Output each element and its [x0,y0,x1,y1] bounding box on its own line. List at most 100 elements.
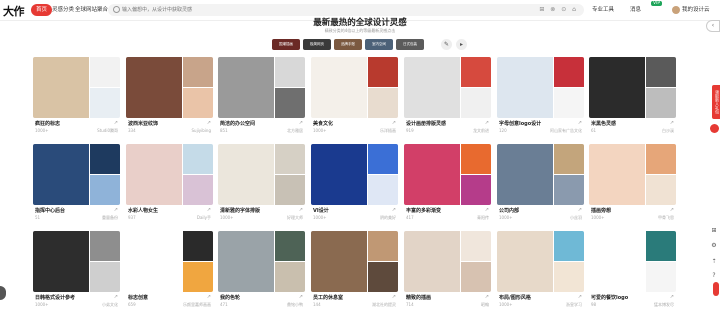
collapse-right-icon[interactable]: ‹ [706,20,720,32]
card-author[interactable]: 阴的美好 [380,215,396,221]
card-image[interactable] [589,144,676,205]
share-icon[interactable]: ↗ [114,120,118,126]
next-icon[interactable]: ▸ [456,39,467,50]
card-title[interactable]: 水彩人物女生 [128,207,158,214]
card-author[interactable]: 猛本博发尽 [654,302,674,308]
card-title[interactable]: 疯狂的标志 [35,120,60,127]
inspiration-card[interactable]: 日韩格式设计参考 ↗ 1000+ 小弟文化 [33,231,120,309]
gift-icon[interactable] [710,124,719,133]
inspiration-card[interactable]: 丰富的多彩渐变 ↗ 417 青阳传 [404,144,491,222]
inspiration-card[interactable]: VI设计 ↗ 1000+ 阴的美好 [311,144,398,222]
card-title[interactable]: 字母创意logo设计 [499,120,541,127]
share-icon[interactable]: ↗ [207,294,211,300]
card-image[interactable] [497,231,584,292]
inspiration-card[interactable]: 波西米亚纹饰 ↗ 334 Sujiyibing [126,57,213,135]
share-icon[interactable]: ↗ [392,120,396,126]
card-author[interactable]: 乐洋插画 [380,128,396,134]
card-title[interactable]: 波西米亚纹饰 [128,120,158,127]
inspiration-card[interactable]: 设计画册排版灵感 ↗ 919 龙文前进 [404,57,491,135]
inspiration-card[interactable]: 水彩人物女生 ↗ 937 Daily手 [126,144,213,222]
share-icon[interactable]: ↗ [578,294,582,300]
card-author[interactable]: 湖北社的提灵 [372,302,396,308]
card-title[interactable]: 简洁的办公空间 [220,120,255,127]
card-image[interactable] [311,231,398,292]
card-author[interactable]: 阿山家有广告文化 [550,128,582,134]
card-image[interactable] [33,144,120,205]
inspiration-card[interactable]: 清新雅的字体排版 ↗ 1000+ 好理大师 [218,144,305,222]
search-input[interactable] [122,4,522,16]
card-author[interactable]: 白沙溪 [662,128,674,134]
card-image[interactable] [218,144,305,205]
inspiration-card[interactable]: 我的色轮 ↗ 471 鼎铭小鸭 [218,231,305,309]
card-image[interactable] [33,231,120,292]
card-author[interactable]: 北方雅居 [287,128,303,134]
new-user-gift-tab[interactable]: 领取新人礼包 [712,85,720,119]
share-icon[interactable]: ↗ [392,207,396,213]
search-tools[interactable]: ⊞ ⊗ ⊙ ⌂ [539,6,578,13]
inspiration-card[interactable]: 公司内部 ↗ 1000+ 小丝羽 [497,144,584,222]
inspiration-card[interactable]: 可爱的餐饮logo ↗ 98 猛本博发尽 [589,231,676,309]
inspiration-card[interactable]: 插画旁想 ↗ 1000+ 甲骨飞思 [589,144,676,222]
card-title[interactable]: 米黑色灵感 [591,120,616,127]
card-author[interactable]: 浙皇学习 [566,302,582,308]
card-author[interactable]: 青阳传 [477,215,489,221]
share-icon[interactable]: ↗ [207,207,211,213]
share-icon[interactable]: ↗ [670,294,674,300]
card-author[interactable]: 龙文前进 [473,128,489,134]
card-image[interactable] [589,57,676,118]
card-author[interactable]: 甲骨飞思 [658,215,674,221]
card-title[interactable]: 员工的休息室 [313,294,343,301]
filter-thumb[interactable]: 品牌手账 [334,39,362,50]
filter-thumb[interactable]: 日式包装 [396,39,424,50]
card-title[interactable]: 丰富的多彩渐变 [406,207,441,214]
share-icon[interactable]: ↗ [578,120,582,126]
filter-thumb[interactable]: 室内空间 [365,39,393,50]
inspiration-card[interactable]: 标志创意 ↗ 659 乐颜里嘉师画画 [126,231,213,309]
card-title[interactable]: VI设计 [313,207,329,214]
card-image[interactable] [404,57,491,118]
card-author[interactable]: 小弟文化 [102,302,118,308]
card-author[interactable]: 小丝羽 [570,215,582,221]
card-image[interactable] [497,57,584,118]
card-image[interactable] [589,231,676,292]
message-link[interactable]: 消息 [630,5,641,13]
card-image[interactable] [126,231,213,292]
card-author[interactable]: Daily手 [197,215,211,221]
card-title[interactable]: 公司内部 [499,207,519,214]
card-author[interactable]: 好理大师 [287,215,303,221]
share-icon[interactable]: ↗ [207,120,211,126]
scrollbar[interactable] [713,282,719,296]
card-title[interactable]: 插画旁想 [591,207,611,214]
help-icon[interactable]: ? [710,272,718,280]
card-image[interactable] [218,57,305,118]
card-image[interactable] [311,144,398,205]
card-title[interactable]: 可爱的餐饮logo [591,294,628,301]
card-image[interactable] [126,57,213,118]
vip-badge[interactable]: VIP [651,1,663,6]
card-title[interactable]: 指挥中心后台 [35,207,65,214]
filter-thumb[interactable]: 极简网页 [303,39,331,50]
card-title[interactable]: 日韩格式设计参考 [35,294,75,301]
share-icon[interactable]: ↗ [485,207,489,213]
top-icon[interactable]: ⇡ [710,258,718,266]
share-icon[interactable]: ↗ [670,207,674,213]
share-icon[interactable]: ↗ [485,294,489,300]
share-icon[interactable]: ↗ [670,120,674,126]
inspiration-card[interactable]: 指挥中心后台 ↗ 51 重量备份 [33,144,120,222]
card-image[interactable] [404,231,491,292]
card-title[interactable]: 设计画册排版灵感 [406,120,446,127]
card-image[interactable] [497,144,584,205]
card-author[interactable]: Studi0腾哥 [97,128,118,134]
card-title[interactable]: 标志创意 [128,294,148,301]
share-icon[interactable]: ↗ [578,207,582,213]
share-icon[interactable]: ↗ [485,120,489,126]
pro-tools-link[interactable]: 专业工具 [592,5,614,13]
card-title[interactable]: 布局/图形风格 [499,294,531,301]
share-icon[interactable]: ↗ [299,120,303,126]
share-icon[interactable]: ↗ [114,207,118,213]
card-title[interactable]: 精致的插画 [406,294,431,301]
member-link[interactable]: 我的设计云 [682,5,710,13]
share-icon[interactable]: ↗ [114,294,118,300]
settings-icon[interactable]: ⚙ [710,242,718,250]
card-author[interactable]: 重量备份 [102,215,118,221]
